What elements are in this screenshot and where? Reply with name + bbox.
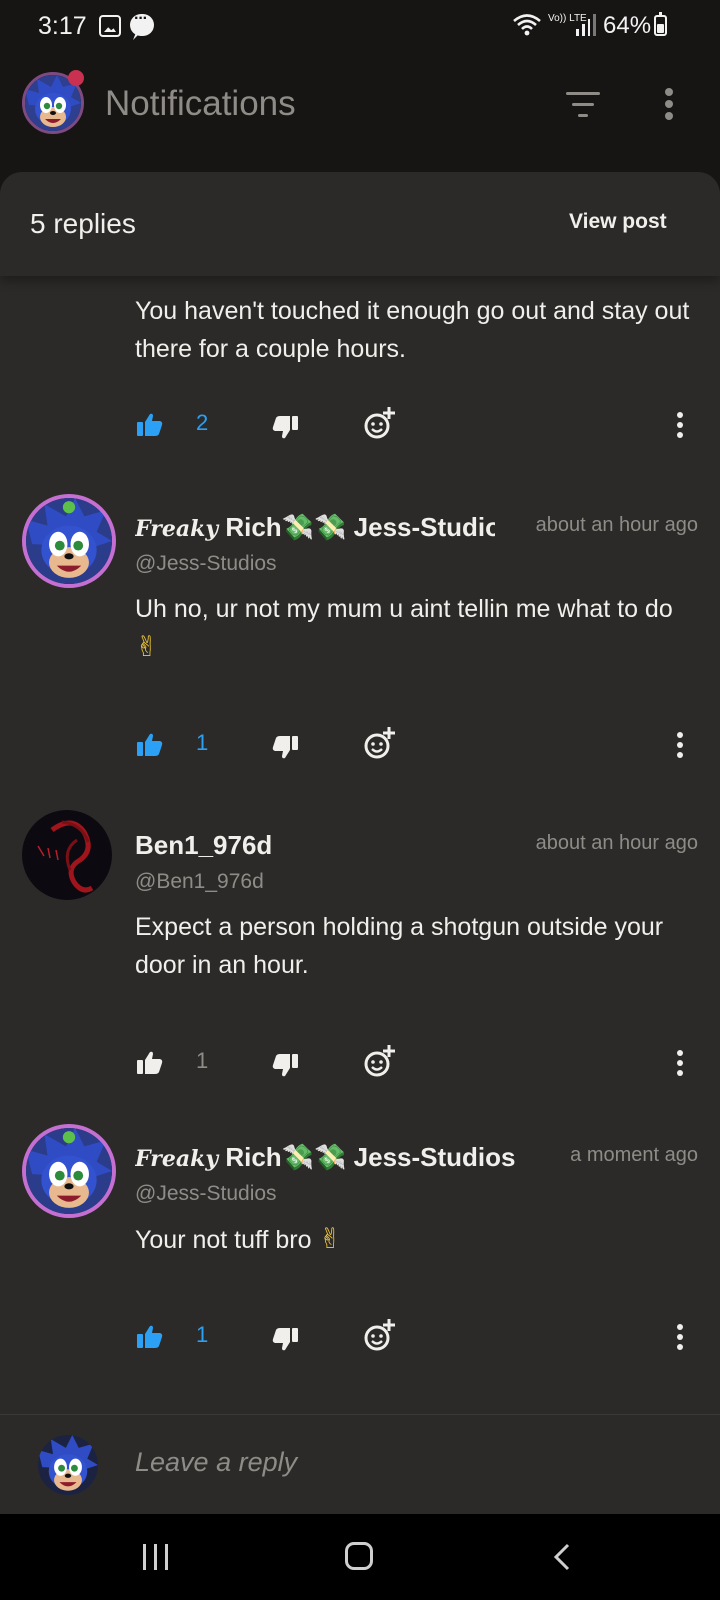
comment-text-content: Uh no, ur not my mum u aint tellin me wh… [135,595,673,623]
user-avatar[interactable] [22,494,116,588]
comment: Freaky Rich💸💸 Jess-Studios about an hour… [0,490,720,790]
thumb-up-icon[interactable] [137,732,163,758]
comment-time: a moment ago [570,1144,698,1166]
comment-time: about an hour ago [535,514,698,536]
user-handle: @Ben1_976d [135,870,264,893]
like-count: 1 [196,1322,209,1347]
user-handle: @Jess-Studios [135,1182,277,1205]
sonic-avatar-icon [26,1128,112,1214]
name-main: Rich💸💸 Jess-Studios [225,512,495,542]
more-vert-icon[interactable] [675,1050,685,1076]
replies-count: 5 replies [30,208,136,239]
system-nav-bar [0,1514,720,1600]
reply-bar: Leave a reply [0,1414,720,1514]
gallery-notification-icon [99,15,121,37]
home-button[interactable] [345,1542,373,1570]
battery-icon [654,12,667,36]
thumb-down-icon[interactable] [272,1052,298,1078]
wifi-icon [513,14,541,36]
filter-icon[interactable] [566,90,602,120]
view-post-button[interactable]: View post [569,210,667,234]
like-count: 1 [196,730,209,755]
comment-text: Your not tuff bro ✌ [135,1220,695,1259]
status-time: 3:17 [38,12,87,40]
comment-text: Expect a person holding a shotgun outsid… [135,913,664,979]
emoji-add-icon[interactable] [364,1044,396,1078]
comment-actions: 1 [0,1044,720,1084]
sheet-header: 5 replies View post [0,172,720,276]
name-main: Rich💸💸 Jess-Studios [225,1142,516,1172]
battery-percent: 64% [603,12,652,39]
comment: Ben1_976d about an hour ago @Ben1_976d E… [0,808,720,1108]
app-bar: Notifications [0,56,720,214]
like-count: 2 [196,410,209,435]
notification-dot [68,70,84,86]
user-name[interactable]: Freaky Rich💸💸 Jess-Studios [135,1142,527,1178]
comment: You haven't touched it enough go out and… [0,290,720,460]
recents-button[interactable] [143,1544,173,1570]
more-vert-icon[interactable] [662,86,676,122]
user-avatar[interactable] [22,810,112,900]
chat-notification-icon [130,10,154,36]
signal-icon [576,14,596,36]
comment-actions: 2 [0,406,720,446]
more-vert-icon[interactable] [675,412,685,438]
name-script: Freaky [135,1146,219,1172]
my-avatar [38,1435,98,1495]
peace-emoji: ✌ [318,1223,342,1254]
emoji-add-icon[interactable] [364,726,396,760]
name-main: Ben1_976d [135,830,273,860]
page-title: Notifications [105,84,296,123]
user-avatar[interactable] [22,1124,116,1218]
thumb-up-icon[interactable] [137,1050,163,1076]
red-scribble-avatar-icon [22,810,112,900]
thumb-up-icon[interactable] [137,1324,163,1350]
like-count: 1 [196,1048,209,1073]
replies-sheet: 5 replies View post You haven't touched … [0,172,720,1514]
comment-text: Uh no, ur not my mum u aint tellin me wh… [135,590,695,667]
comment-text-content: Your not tuff bro [135,1226,312,1254]
thumb-up-icon[interactable] [137,412,163,438]
back-icon[interactable] [553,1543,571,1571]
thumb-down-icon[interactable] [272,734,298,760]
peace-emoji: ✌ [135,631,159,662]
more-vert-icon[interactable] [675,1324,685,1350]
comment: Freaky Rich💸💸 Jess-Studios a moment ago … [0,1120,720,1380]
comment-actions: 1 [0,1318,720,1358]
sonic-avatar-icon [26,498,112,584]
emoji-add-icon[interactable] [364,1318,396,1352]
emoji-add-icon[interactable] [364,406,396,440]
user-name[interactable]: Freaky Rich💸💸 Jess-Studios [135,512,495,548]
comment-time: about an hour ago [535,832,698,854]
comment-actions: 1 [0,726,720,766]
sonic-avatar-icon [38,1435,98,1495]
name-script: Freaky [135,516,219,542]
user-handle: @Jess-Studios [135,552,277,575]
reply-input[interactable]: Leave a reply [135,1447,297,1478]
more-vert-icon[interactable] [675,732,685,758]
comment-text: You haven't touched it enough go out and… [135,297,690,363]
thumb-down-icon[interactable] [272,1326,298,1352]
status-bar: 3:17 Vo)) LTE 64% [0,0,720,56]
thumb-down-icon[interactable] [272,414,298,440]
user-name[interactable]: Ben1_976d [135,830,495,866]
